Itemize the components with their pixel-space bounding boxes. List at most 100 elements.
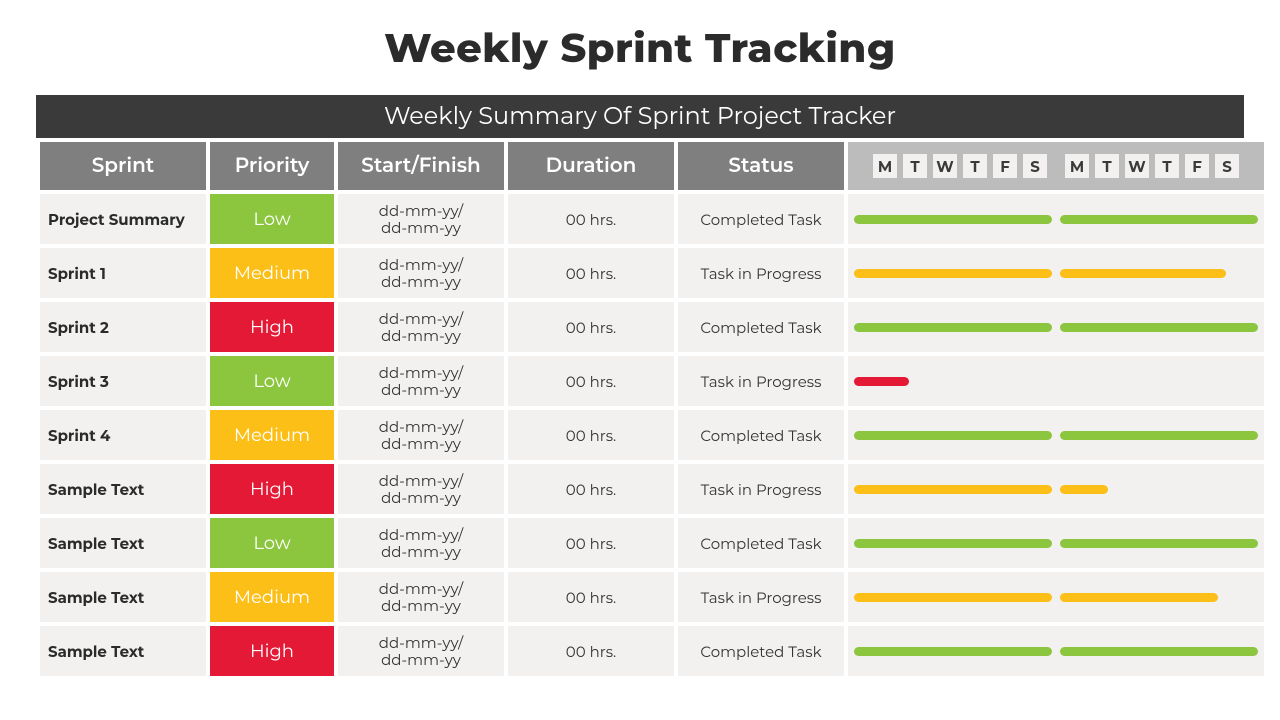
day-label: T — [1155, 154, 1179, 178]
table-row: Sample TextMediumdd-mm-yy/dd-mm-yy00 hrs… — [38, 570, 1266, 624]
dates-cell: dd-mm-yy/dd-mm-yy — [336, 624, 506, 678]
table-row: Sample TextLowdd-mm-yy/dd-mm-yy00 hrs.Co… — [38, 516, 1266, 570]
gantt-cell — [846, 408, 1266, 462]
sprint-name: Sample Text — [38, 624, 208, 678]
table-row: Sample TextHighdd-mm-yy/dd-mm-yy00 hrs.C… — [38, 624, 1266, 678]
day-label: T — [903, 154, 927, 178]
priority-cell: Medium — [208, 246, 336, 300]
gantt-cell — [846, 516, 1266, 570]
day-label: M — [873, 154, 897, 178]
col-sprint: Sprint — [38, 140, 208, 192]
status-cell: Task in Progress — [676, 354, 846, 408]
col-days: M T W T F S M T W T F — [846, 140, 1266, 192]
gantt-cell — [846, 192, 1266, 246]
dates-cell: dd-mm-yy/dd-mm-yy — [336, 408, 506, 462]
table-row: Sample TextHighdd-mm-yy/dd-mm-yy00 hrs.T… — [38, 462, 1266, 516]
gantt-bar — [854, 215, 1052, 224]
gantt-bar — [1060, 269, 1226, 278]
dates-cell: dd-mm-yy/dd-mm-yy — [336, 462, 506, 516]
priority-cell: Medium — [208, 408, 336, 462]
gantt-bar — [854, 323, 1052, 332]
gantt-bar — [854, 539, 1052, 548]
duration-cell: 00 hrs. — [506, 300, 676, 354]
gantt-bar — [1060, 647, 1258, 656]
gantt-cell — [846, 354, 1266, 408]
day-label: S — [1215, 154, 1239, 178]
gantt-bar — [854, 593, 1052, 602]
table-row: Sprint 1Mediumdd-mm-yy/dd-mm-yy00 hrs.Ta… — [38, 246, 1266, 300]
gantt-cell — [846, 624, 1266, 678]
table-header-row: Sprint Priority Start/Finish Duration St… — [38, 140, 1266, 192]
duration-cell: 00 hrs. — [506, 516, 676, 570]
dates-cell: dd-mm-yy/dd-mm-yy — [336, 246, 506, 300]
priority-badge: High — [210, 464, 334, 514]
dates-cell: dd-mm-yy/dd-mm-yy — [336, 192, 506, 246]
day-label: F — [1185, 154, 1209, 178]
sprint-name: Project Summary — [38, 192, 208, 246]
dates-cell: dd-mm-yy/dd-mm-yy — [336, 516, 506, 570]
week1-labels: M T W T F S — [873, 154, 1047, 178]
gantt-bar — [1060, 431, 1258, 440]
priority-cell: Medium — [208, 570, 336, 624]
priority-cell: Low — [208, 354, 336, 408]
day-label: T — [1095, 154, 1119, 178]
duration-cell: 00 hrs. — [506, 192, 676, 246]
priority-cell: Low — [208, 192, 336, 246]
status-cell: Completed Task — [676, 516, 846, 570]
duration-cell: 00 hrs. — [506, 570, 676, 624]
sprint-name: Sample Text — [38, 462, 208, 516]
gantt-bar — [854, 647, 1052, 656]
status-cell: Task in Progress — [676, 462, 846, 516]
week2-labels: M T W T F S — [1065, 154, 1239, 178]
sprint-name: Sprint 1 — [38, 246, 208, 300]
gantt-cell — [846, 462, 1266, 516]
gantt-bar — [854, 377, 909, 386]
col-duration: Duration — [506, 140, 676, 192]
sprint-name: Sample Text — [38, 570, 208, 624]
table-row: Sprint 3Lowdd-mm-yy/dd-mm-yy00 hrs.Task … — [38, 354, 1266, 408]
gantt-bar — [854, 269, 1052, 278]
status-cell: Completed Task — [676, 408, 846, 462]
priority-badge: Medium — [210, 248, 334, 298]
day-label: T — [963, 154, 987, 178]
priority-cell: High — [208, 462, 336, 516]
dates-cell: dd-mm-yy/dd-mm-yy — [336, 354, 506, 408]
day-label: W — [933, 154, 957, 178]
gantt-bar — [854, 485, 1052, 494]
duration-cell: 00 hrs. — [506, 354, 676, 408]
gantt-bar — [1060, 215, 1258, 224]
priority-badge: Low — [210, 518, 334, 568]
priority-badge: High — [210, 302, 334, 352]
table-row: Sprint 2Highdd-mm-yy/dd-mm-yy00 hrs.Comp… — [38, 300, 1266, 354]
duration-cell: 00 hrs. — [506, 624, 676, 678]
gantt-cell — [846, 570, 1266, 624]
priority-badge: Medium — [210, 410, 334, 460]
sprint-name: Sprint 3 — [38, 354, 208, 408]
sprint-name: Sample Text — [38, 516, 208, 570]
gantt-bar — [1060, 539, 1258, 548]
col-status: Status — [676, 140, 846, 192]
day-label: W — [1125, 154, 1149, 178]
day-label: F — [993, 154, 1017, 178]
priority-badge: Low — [210, 356, 334, 406]
gantt-bar — [854, 431, 1052, 440]
status-cell: Task in Progress — [676, 246, 846, 300]
priority-cell: Low — [208, 516, 336, 570]
dates-cell: dd-mm-yy/dd-mm-yy — [336, 300, 506, 354]
priority-badge: High — [210, 626, 334, 676]
gantt-cell — [846, 300, 1266, 354]
col-priority: Priority — [208, 140, 336, 192]
duration-cell: 00 hrs. — [506, 462, 676, 516]
gantt-bar — [1060, 485, 1108, 494]
day-label: M — [1065, 154, 1089, 178]
table-row: Project SummaryLowdd-mm-yy/dd-mm-yy00 hr… — [38, 192, 1266, 246]
sprint-table: Sprint Priority Start/Finish Duration St… — [36, 138, 1268, 680]
duration-cell: 00 hrs. — [506, 408, 676, 462]
priority-badge: Medium — [210, 572, 334, 622]
status-cell: Completed Task — [676, 192, 846, 246]
dates-cell: dd-mm-yy/dd-mm-yy — [336, 570, 506, 624]
gantt-bar — [1060, 323, 1258, 332]
sprint-name: Sprint 2 — [38, 300, 208, 354]
priority-badge: Low — [210, 194, 334, 244]
status-cell: Completed Task — [676, 300, 846, 354]
